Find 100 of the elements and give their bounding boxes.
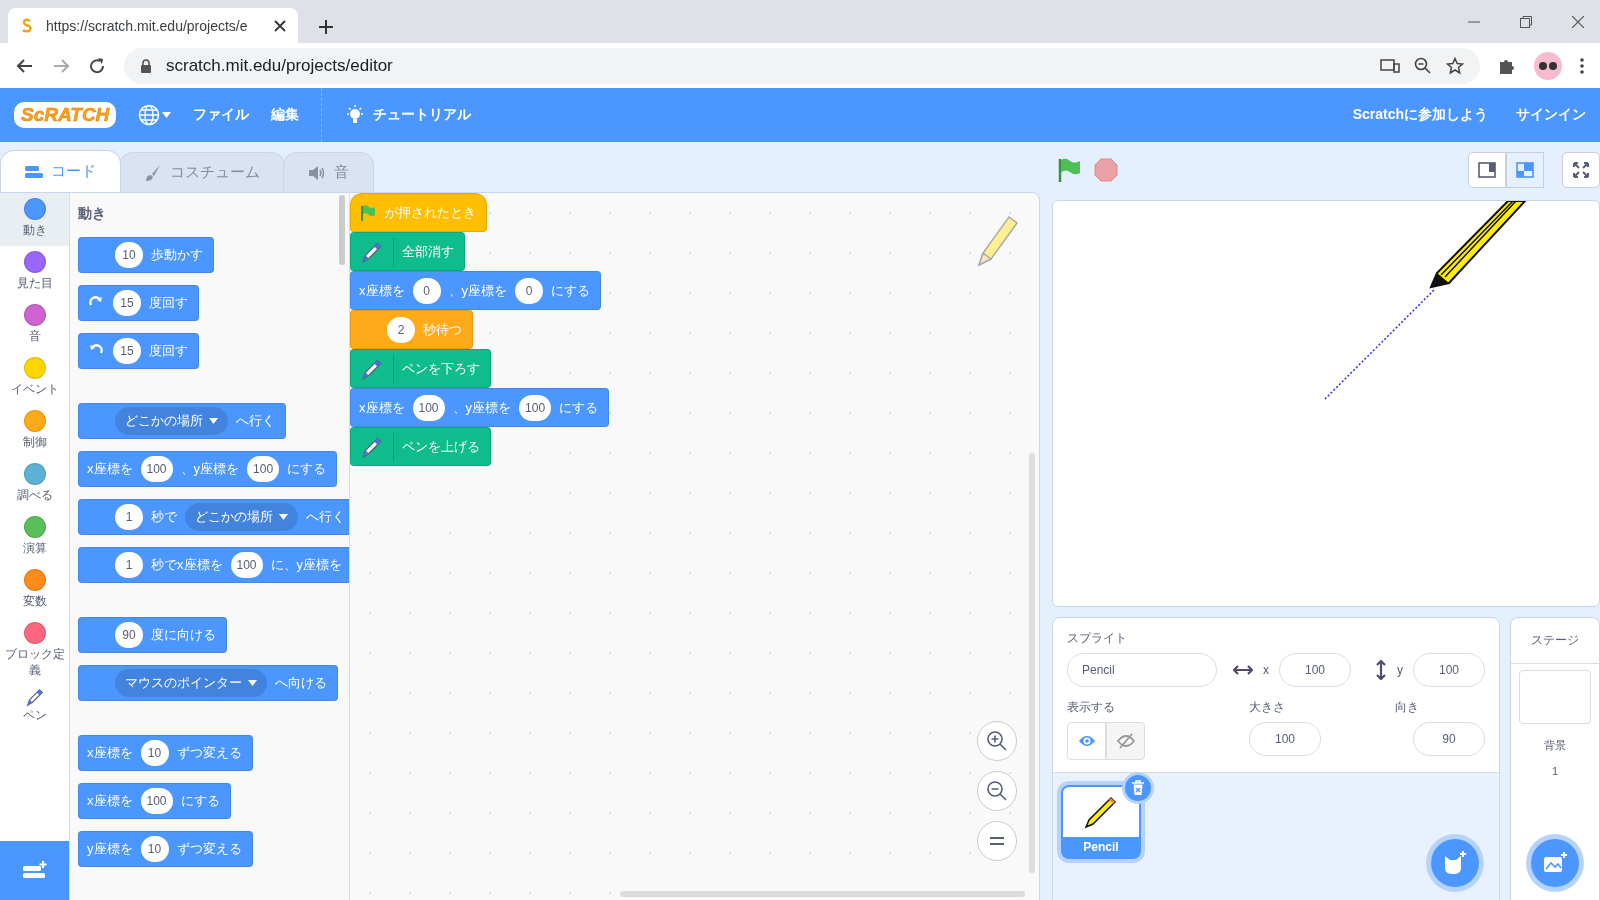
number-input[interactable]: 0 [412, 277, 441, 304]
code-block[interactable]: x座標を 100 、y座標を 100 にする [350, 388, 610, 427]
star-icon[interactable] [1446, 56, 1464, 75]
code-block[interactable]: 15 度回す [78, 333, 199, 369]
small-stage-icon [1478, 162, 1496, 178]
number-input[interactable]: 15 [113, 338, 141, 364]
caret-icon [162, 112, 172, 118]
stage-label: ステージ [1511, 618, 1599, 664]
lock-icon [140, 58, 152, 73]
block-label: にする [559, 398, 599, 417]
hide-button[interactable] [1106, 722, 1145, 760]
small-stage-button[interactable] [1468, 152, 1506, 188]
number-input[interactable]: 100 [140, 456, 173, 482]
restore-icon[interactable] [1520, 15, 1532, 28]
block-label: にする [551, 281, 590, 300]
reload-icon[interactable] [88, 56, 106, 75]
show-button[interactable] [1067, 722, 1106, 760]
block-label: x座標を [87, 744, 133, 762]
caret-icon [209, 418, 218, 424]
category-item[interactable]: 調べる [0, 458, 69, 511]
delete-button[interactable] [1125, 775, 1151, 801]
block-dropdown[interactable]: マウスのポインター [115, 669, 267, 697]
zoom-in-button[interactable] [977, 721, 1017, 761]
block-label: が押されたとき [385, 203, 476, 222]
code-block[interactable]: x座標を 100 、y座標を 100 にする [78, 451, 338, 487]
speaker-icon [308, 164, 326, 181]
zoom-out-button[interactable] [977, 771, 1017, 811]
category-item[interactable]: 音 [0, 299, 69, 352]
backdrop-thumbnail[interactable] [1519, 670, 1591, 724]
category-item[interactable]: 動き [0, 193, 69, 246]
address-bar[interactable]: scratch.mit.edu/projects/editor [124, 47, 1480, 84]
number-input[interactable]: 100 [247, 456, 280, 482]
browser-tab[interactable]: https://scratch.mit.edu/projects/e [8, 8, 298, 43]
code-block[interactable]: 1 秒でx座標を 100 に、y座標を [78, 547, 349, 583]
fullscreen-button[interactable] [1562, 152, 1600, 188]
block-label: へ向ける [275, 674, 327, 692]
cast-icon[interactable] [1380, 57, 1400, 74]
profile-avatar[interactable] [1534, 51, 1562, 80]
back-icon[interactable] [16, 56, 34, 75]
code-block[interactable]: x座標を 10 ずつ変える [78, 735, 253, 771]
eye-icon [1077, 734, 1096, 748]
flag-button[interactable] [1056, 157, 1082, 183]
trash-icon [1131, 780, 1145, 796]
code-block[interactable]: 15 度回す [78, 285, 199, 321]
tab-title: https://scratch.mit.edu/projects/e [46, 17, 249, 34]
image-plus-icon [1542, 851, 1568, 875]
zoom-out-icon [986, 780, 1008, 802]
number-input[interactable]: 100 [230, 552, 263, 578]
new-tab-icon[interactable] [318, 19, 334, 35]
category-item[interactable]: ブロック定義 [0, 617, 69, 682]
caret-icon [279, 514, 288, 520]
scratch-favicon-icon [20, 17, 34, 34]
block-label: 全部消す [402, 242, 454, 261]
number-input[interactable]: 90 [115, 622, 143, 648]
equals-icon [989, 836, 1005, 846]
category-item[interactable]: イベント [0, 352, 69, 405]
number-input[interactable]: 10 [140, 740, 169, 766]
code-block[interactable]: x座標を 100 にする [78, 783, 231, 819]
close-icon[interactable] [1572, 15, 1584, 28]
code-block[interactable]: マウスのポインター へ向ける [78, 665, 338, 701]
category-item[interactable]: 演算 [0, 511, 69, 564]
block-label: y座標を [87, 840, 133, 858]
block-label: 歩動かす [151, 246, 203, 264]
code-block[interactable]: 2 秒待つ [350, 310, 473, 349]
add-extension-button[interactable] [0, 841, 69, 900]
category-item[interactable]: ペン [0, 681, 69, 735]
number-input[interactable]: 10 [115, 242, 143, 268]
number-input[interactable]: 100 [140, 788, 173, 814]
code-block[interactable]: y座標を 10 ずつ変える [78, 831, 253, 867]
block-label: 度に向ける [151, 626, 216, 644]
code-block[interactable]: 1 秒で どこかの場所 へ行く [78, 499, 349, 535]
code-block[interactable]: x座標を 0 、y座標を 0 にする [350, 271, 601, 310]
number-input[interactable]: 1 [115, 504, 143, 530]
zoom-out-icon[interactable] [1414, 56, 1432, 75]
block-label: 、y座標を [452, 398, 512, 417]
code-block[interactable]: 90 度に向ける [78, 617, 227, 653]
block-dropdown[interactable]: どこかの場所 [185, 503, 298, 531]
block-label: 、y座標を [180, 460, 240, 478]
number-input[interactable]: 100 [519, 394, 552, 421]
number-input[interactable]: 2 [387, 316, 415, 343]
number-input[interactable]: 1 [115, 552, 143, 578]
close-icon[interactable] [274, 19, 286, 32]
number-input[interactable]: 15 [113, 290, 141, 316]
category-item[interactable]: 制御 [0, 405, 69, 458]
number-input[interactable]: 0 [515, 277, 543, 304]
number-input[interactable]: 100 [412, 394, 445, 421]
number-input[interactable]: 10 [140, 836, 169, 862]
code-block[interactable]: 10 歩動かす [78, 237, 214, 273]
zoom-in-icon [986, 730, 1008, 752]
language-menu[interactable] [138, 104, 172, 126]
category-item[interactable]: 変数 [0, 564, 69, 617]
code-block[interactable]: どこかの場所 へ行く [78, 403, 286, 439]
block-label: へ行く [306, 508, 345, 526]
backdrop-count: 1 [1551, 765, 1559, 777]
more-icon[interactable] [1580, 57, 1584, 74]
category-item[interactable]: 見た目 [0, 246, 69, 299]
reset-zoom-button[interactable] [977, 821, 1017, 861]
x-label: x [1263, 663, 1269, 677]
block-dropdown[interactable]: どこかの場所 [115, 407, 228, 435]
backdrops-label: 背景 [1544, 738, 1566, 753]
